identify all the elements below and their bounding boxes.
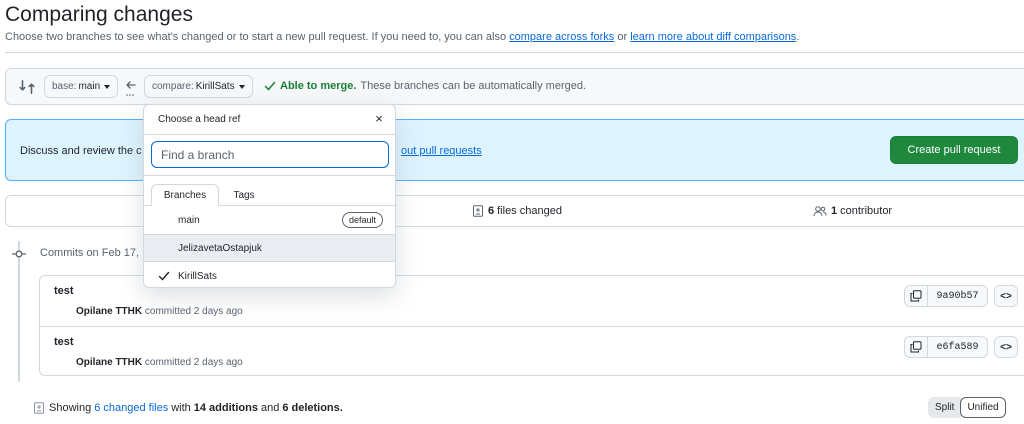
default-badge: default xyxy=(341,212,383,228)
tab-tags[interactable]: Tags xyxy=(224,184,264,206)
browse-repo-button[interactable]: <> xyxy=(994,285,1018,307)
copy-icon xyxy=(910,290,922,302)
file-diff-icon xyxy=(34,402,44,414)
commit-sha-group: e6fa589 <> xyxy=(904,336,1018,358)
base-branch-button[interactable]: base: main xyxy=(44,75,119,98)
compare-across-forks-link[interactable]: compare across forks xyxy=(509,31,614,43)
browse-repo-button[interactable]: <> xyxy=(994,336,1018,358)
commit-title-link[interactable]: test xyxy=(54,285,74,297)
dropdown-divider xyxy=(144,175,395,176)
commit-sha-link[interactable]: e6fa589 xyxy=(928,336,988,358)
git-commit-icon xyxy=(12,250,26,258)
learn-more-diff-link[interactable]: learn more about diff comparisons xyxy=(630,31,796,43)
branch-search-input[interactable] xyxy=(151,141,389,168)
check-icon xyxy=(158,271,170,281)
head-ref-dropdown: Choose a head ref × Branches Tags main d… xyxy=(143,104,396,288)
compare-range-bar: base: main compare: KirillSats Able to m… xyxy=(5,68,1024,105)
header-divider xyxy=(5,52,1024,53)
diff-view-toggle: Split Unified xyxy=(928,397,1006,418)
split-view-button[interactable]: Split xyxy=(928,397,962,418)
check-icon xyxy=(264,81,276,91)
chevron-down-icon xyxy=(238,84,245,89)
unified-view-button[interactable]: Unified xyxy=(960,397,1006,418)
timeline-line xyxy=(18,241,20,382)
dropdown-header: Choose a head ref × xyxy=(144,105,395,135)
page-title: Comparing changes xyxy=(5,3,193,26)
about-pull-requests-link[interactable]: out pull requests xyxy=(401,145,482,157)
branch-item-jelizavetaostapjuk[interactable]: JelizavetaOstapjuk xyxy=(144,234,395,262)
contributors-stat[interactable]: 1 contributor xyxy=(813,205,892,217)
commit-sha-group: 9a90b57 <> xyxy=(904,285,1018,307)
commit-meta: Opilane TTHK committed 2 days ago xyxy=(76,357,243,368)
dropdown-title: Choose a head ref xyxy=(158,114,241,125)
commit-title-link[interactable]: test xyxy=(54,336,74,348)
file-diff-icon xyxy=(473,205,483,217)
git-compare-icon xyxy=(19,80,35,94)
copy-icon xyxy=(910,341,922,353)
commit-row: test Opilane TTHK committed 2 days ago e… xyxy=(40,326,1024,376)
commits-date-heading: Commits on Feb 17, xyxy=(40,247,140,259)
arrow-left-icon xyxy=(126,81,136,96)
changed-files-link[interactable]: 6 changed files xyxy=(94,402,168,414)
chevron-down-icon xyxy=(104,84,111,89)
merge-status: Able to merge. These branches can be aut… xyxy=(264,80,586,92)
commit-sha-link[interactable]: 9a90b57 xyxy=(928,285,988,307)
page-subtitle: Choose two branches to see what's change… xyxy=(5,31,800,43)
copy-sha-button[interactable] xyxy=(904,285,928,307)
create-pull-request-button[interactable]: Create pull request xyxy=(890,136,1018,164)
discuss-text: Discuss and review the c xyxy=(20,145,142,157)
diff-summary: Showing 6 changed files with 14 addition… xyxy=(33,402,346,414)
compare-branch-button[interactable]: compare: KirillSats xyxy=(144,75,253,98)
people-icon xyxy=(813,206,827,217)
commit-meta: Opilane TTHK committed 2 days ago xyxy=(76,306,243,317)
branch-item-kirillsats[interactable]: KirillSats xyxy=(144,262,395,287)
close-icon[interactable]: × xyxy=(372,112,386,126)
commit-list: test Opilane TTHK committed 2 days ago 9… xyxy=(39,275,1024,376)
branch-item-main[interactable]: main default xyxy=(144,206,395,234)
files-changed-stat[interactable]: 6 files changed xyxy=(472,205,562,217)
tab-branches[interactable]: Branches xyxy=(151,184,219,206)
copy-sha-button[interactable] xyxy=(904,336,928,358)
